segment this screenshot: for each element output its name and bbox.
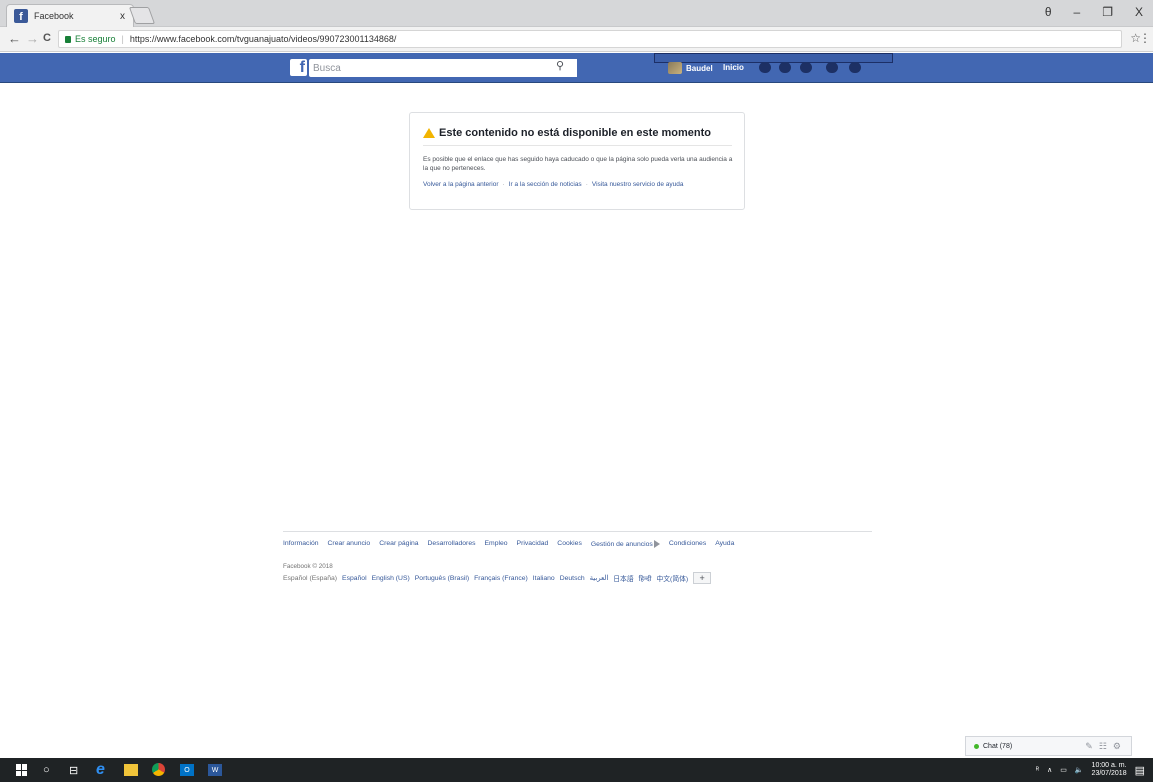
back-arrow-icon[interactable]: ←: [8, 31, 21, 46]
chat-settings-icon[interactable]: ⚙: [1113, 741, 1121, 752]
footer-link-cookies[interactable]: Cookies: [557, 540, 582, 548]
new-message-icon[interactable]: ✎: [1085, 741, 1093, 752]
notifications-icon[interactable]: [800, 62, 812, 73]
group-chat-icon[interactable]: ☷: [1099, 741, 1107, 752]
search-icon[interactable]: ⚲: [556, 59, 564, 72]
omnibox-separator: |: [121, 34, 124, 44]
volume-icon[interactable]: 🔈: [1075, 766, 1084, 774]
language-link[interactable]: Deutsch: [560, 575, 585, 582]
news-feed-link[interactable]: Ir a la sección de noticias: [509, 181, 582, 188]
online-status-dot: [974, 743, 979, 749]
language-link[interactable]: 中文(简体): [656, 573, 688, 583]
error-title: Este contenido no está disponible en est…: [439, 127, 711, 139]
friend-requests-icon[interactable]: [759, 62, 771, 73]
copyright: Facebook © 2018: [283, 563, 333, 570]
clock[interactable]: 10:00 a. m. 23/07/2018: [1092, 762, 1127, 778]
forward-arrow-icon[interactable]: →: [26, 31, 39, 46]
error-title-row: Este contenido no está disponible en est…: [423, 127, 732, 146]
url-input[interactable]: Es seguro | https://www.facebook.com/tvg…: [58, 30, 1122, 48]
settings-icon[interactable]: [849, 62, 861, 73]
profile-icon[interactable]: θ: [1045, 5, 1052, 19]
error-description: Es posible que el enlace que has seguido…: [423, 156, 733, 172]
start-button[interactable]: [16, 763, 28, 777]
footer-links: Información Crear anuncio Crear página D…: [283, 540, 872, 548]
close-window-button[interactable]: X: [1135, 5, 1143, 19]
tab-title: Facebook: [34, 11, 74, 21]
content-unavailable-box: Este contenido no está disponible en est…: [409, 112, 745, 210]
facebook-favicon-icon: f: [14, 9, 28, 23]
ad-choices-label: Gestión de anuncios: [590, 540, 653, 548]
url-text: https://www.facebook.com/tvguanajuato/vi…: [129, 34, 397, 44]
edge-icon[interactable]: e: [96, 761, 105, 778]
facebook-header: f ⚲: [0, 53, 1153, 83]
address-bar: ← → C Es seguro | https://www.facebook.c…: [0, 27, 1153, 52]
footer-link-help[interactable]: Ayuda: [715, 540, 734, 548]
link-separator: ·: [585, 181, 588, 188]
task-view-icon[interactable]: ⊟: [69, 763, 78, 777]
link-separator: ·: [502, 181, 505, 188]
language-link[interactable]: हिन्दी: [639, 574, 652, 583]
warning-icon: [423, 128, 435, 138]
avatar: [668, 62, 682, 74]
home-link[interactable]: Inicio: [723, 63, 744, 72]
messages-icon[interactable]: [779, 62, 791, 73]
facebook-logo-icon[interactable]: f: [290, 59, 307, 76]
footer-link-privacy[interactable]: Privacidad: [517, 540, 549, 548]
current-language: Español (España): [283, 574, 338, 582]
browser-tab-bar: f Facebook x θ – ❐ X: [0, 0, 1153, 27]
help-icon[interactable]: [826, 62, 838, 73]
windows-taskbar: ○ ⊟ e O W ᴿ ∧ ▭ 🔈 10:00 a. m. 23/07/2018…: [0, 758, 1153, 782]
profile-link[interactable]: Baudel: [668, 62, 713, 74]
maximize-button[interactable]: ❐: [1102, 5, 1113, 19]
browser-tab-facebook[interactable]: f Facebook x: [6, 4, 134, 27]
footer-link-ad-choices[interactable]: Gestión de anuncios: [591, 540, 660, 548]
chrome-icon[interactable]: [152, 763, 165, 776]
footer-link-create-page[interactable]: Crear página: [379, 540, 418, 548]
ad-choices-icon: [653, 540, 660, 548]
clock-date: 23/07/2018: [1091, 770, 1127, 777]
lock-icon: [65, 35, 71, 43]
footer-link-create-ad[interactable]: Crear anuncio: [328, 540, 371, 548]
footer-link-info[interactable]: Información: [283, 540, 319, 548]
user-name: Baudel: [686, 63, 713, 73]
browser-menu-icon[interactable]: ⋮: [1139, 31, 1151, 45]
show-hidden-icons-icon[interactable]: ∧: [1047, 766, 1052, 774]
chat-label: Chat (78): [983, 742, 1013, 750]
search-circle-icon[interactable]: ○: [43, 763, 50, 777]
language-link[interactable]: Italiano: [533, 575, 555, 582]
system-tray: ᴿ ∧ ▭ 🔈 10:00 a. m. 23/07/2018 ▤: [1036, 758, 1153, 782]
language-link[interactable]: العربية: [590, 574, 609, 582]
clock-time: 10:00 a. m.: [1091, 762, 1127, 769]
language-list: Español (España) Español English (US) Po…: [283, 572, 872, 584]
help-center-link[interactable]: Visita nuestro servicio de ayuda: [592, 181, 684, 188]
outlook-icon[interactable]: O: [180, 764, 194, 776]
language-link[interactable]: Português (Brasil): [415, 575, 469, 582]
language-link[interactable]: 日本語: [613, 573, 633, 583]
language-link[interactable]: English (US): [372, 575, 410, 582]
windows-logo-icon: [16, 764, 28, 776]
error-links: Volver a la página anterior · Ir a la se…: [423, 181, 732, 188]
secure-label: Es seguro: [75, 34, 116, 44]
search-input[interactable]: [309, 59, 577, 77]
footer-link-careers[interactable]: Empleo: [485, 540, 508, 548]
tab-close-icon[interactable]: x: [120, 11, 125, 22]
footer-link-terms[interactable]: Condiciones: [669, 540, 706, 548]
chat-icons: ✎ ☷ ⚙: [1085, 741, 1121, 752]
notification-center-icon[interactable]: ▤: [1135, 764, 1145, 777]
file-explorer-icon[interactable]: [124, 764, 138, 776]
window-controls: θ – ❐ X: [1045, 0, 1153, 24]
chat-bar[interactable]: Chat (78) ✎ ☷ ⚙: [965, 736, 1132, 756]
go-back-link[interactable]: Volver a la página anterior: [423, 181, 499, 188]
word-icon[interactable]: W: [208, 764, 222, 776]
language-link[interactable]: Español: [342, 575, 367, 582]
footer-link-developers[interactable]: Desarrolladores: [428, 540, 476, 548]
minimize-button[interactable]: –: [1074, 5, 1081, 19]
people-icon[interactable]: ᴿ: [1036, 767, 1039, 774]
reload-icon[interactable]: C: [43, 32, 51, 44]
language-link[interactable]: Français (France): [474, 575, 528, 582]
page-footer: Información Crear anuncio Crear página D…: [283, 531, 872, 584]
network-icon[interactable]: ▭: [1060, 766, 1067, 774]
more-languages-button[interactable]: +: [693, 572, 712, 584]
